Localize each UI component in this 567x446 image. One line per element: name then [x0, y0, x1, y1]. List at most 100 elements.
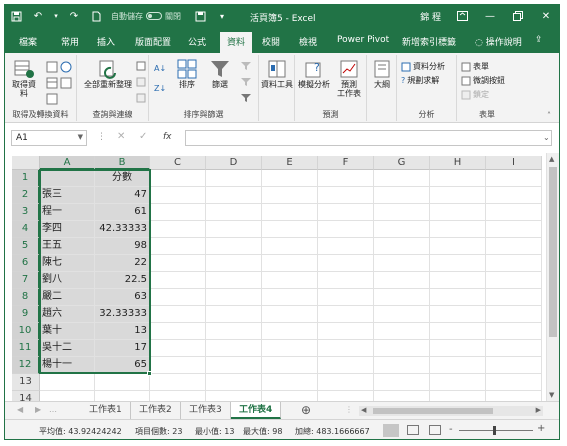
- cell-i7[interactable]: [486, 272, 542, 289]
- zoom-slider[interactable]: [459, 430, 533, 431]
- cell-g8[interactable]: [374, 289, 430, 306]
- tell-me[interactable]: ◌ 操作說明: [475, 35, 522, 48]
- cell-b6[interactable]: 22: [95, 255, 150, 272]
- cell-f10[interactable]: [318, 323, 374, 340]
- cell-c9[interactable]: [150, 306, 206, 323]
- cell-a11[interactable]: 吳十二: [40, 340, 95, 357]
- cell-c2[interactable]: [150, 187, 206, 204]
- cell-a10[interactable]: 葉十: [40, 323, 95, 340]
- row-header-3[interactable]: 3: [12, 204, 40, 221]
- cell-g12[interactable]: [374, 357, 430, 374]
- confirm-entry-button[interactable]: ✓: [139, 131, 147, 142]
- lock-button[interactable]: 鎖定: [461, 89, 489, 100]
- cell-e2[interactable]: [262, 187, 318, 204]
- from-table-button[interactable]: [45, 77, 59, 91]
- cell-b5[interactable]: 98: [95, 238, 150, 255]
- next-sheet-icon[interactable]: ▶: [35, 405, 41, 414]
- row-header-10[interactable]: 10: [12, 323, 40, 340]
- vertical-scrollbar[interactable]: ▲ ▼: [546, 153, 559, 401]
- cell-i10[interactable]: [486, 323, 542, 340]
- cell-a3[interactable]: 程一: [40, 204, 95, 221]
- cell-i4[interactable]: [486, 221, 542, 238]
- row-header-2[interactable]: 2: [12, 187, 40, 204]
- row-header-6[interactable]: 6: [12, 255, 40, 272]
- autosave-toggle[interactable]: [146, 12, 162, 20]
- scroll-down-icon[interactable]: ▼: [549, 391, 554, 399]
- cell-c4[interactable]: [150, 221, 206, 238]
- existing-connections-button[interactable]: [45, 93, 59, 107]
- cell-h12[interactable]: [430, 357, 486, 374]
- cell-g3[interactable]: [374, 204, 430, 221]
- cell-c6[interactable]: [150, 255, 206, 272]
- properties-button[interactable]: [135, 77, 147, 89]
- form-button[interactable]: 表單: [461, 61, 489, 72]
- cell-i5[interactable]: [486, 238, 542, 255]
- cell-h3[interactable]: [430, 204, 486, 221]
- cell-d11[interactable]: [206, 340, 262, 357]
- cell-i3[interactable]: [486, 204, 542, 221]
- row-header-7[interactable]: 7: [12, 272, 40, 289]
- cell-b12[interactable]: 65: [95, 357, 150, 374]
- restore-icon[interactable]: [511, 9, 525, 23]
- cell-f13[interactable]: [318, 374, 374, 391]
- column-header-b[interactable]: B: [95, 156, 150, 170]
- cell-c3[interactable]: [150, 204, 206, 221]
- row-header-13[interactable]: 13: [12, 374, 40, 391]
- cancel-entry-button[interactable]: ✕: [117, 131, 125, 142]
- cell-e9[interactable]: [262, 306, 318, 323]
- cell-c5[interactable]: [150, 238, 206, 255]
- tab-power-pivot[interactable]: Power Pivot: [337, 35, 389, 45]
- cell-a1[interactable]: [40, 170, 95, 187]
- cell-a5[interactable]: 王五: [40, 238, 95, 255]
- ribbon-display-icon[interactable]: [455, 9, 469, 23]
- row-header-12[interactable]: 12: [12, 357, 40, 374]
- cell-f7[interactable]: [318, 272, 374, 289]
- tab-view[interactable]: 檢視: [299, 35, 317, 48]
- cell-e3[interactable]: [262, 204, 318, 221]
- cell-d6[interactable]: [206, 255, 262, 272]
- reapply-button[interactable]: [239, 77, 253, 89]
- cell-d7[interactable]: [206, 272, 262, 289]
- row-header-11[interactable]: 11: [12, 340, 40, 357]
- tab-split-icon[interactable]: ⋮: [345, 405, 353, 414]
- cell-i6[interactable]: [486, 255, 542, 272]
- scroll-left-icon[interactable]: ◀: [361, 406, 366, 414]
- cell-e6[interactable]: [262, 255, 318, 272]
- cell-h7[interactable]: [430, 272, 486, 289]
- sheet-tab-2[interactable]: 工作表2: [131, 402, 181, 419]
- cell-h9[interactable]: [430, 306, 486, 323]
- column-header-h[interactable]: H: [430, 156, 486, 170]
- cell-d1[interactable]: [206, 170, 262, 187]
- cell-c12[interactable]: [150, 357, 206, 374]
- cell-c8[interactable]: [150, 289, 206, 306]
- queries-connections-button[interactable]: [135, 61, 147, 73]
- cell-d5[interactable]: [206, 238, 262, 255]
- sheet-tab-1[interactable]: 工作表1: [81, 402, 131, 419]
- from-text-button[interactable]: [45, 61, 59, 75]
- horizontal-scrollbar[interactable]: ◀ ▶: [359, 406, 543, 416]
- spin-button-control[interactable]: 微調按鈕: [461, 75, 505, 86]
- cell-i11[interactable]: [486, 340, 542, 357]
- sort-ascending-button[interactable]: A↓: [153, 61, 169, 75]
- cell-b1[interactable]: 分數: [95, 170, 150, 187]
- save-icon[interactable]: [9, 9, 23, 23]
- page-break-view-icon[interactable]: [429, 425, 441, 435]
- tab-file[interactable]: 檔案: [19, 35, 37, 48]
- column-header-e[interactable]: E: [262, 156, 318, 170]
- tab-custom[interactable]: 新增索引標籤: [402, 35, 456, 48]
- cell-i1[interactable]: [486, 170, 542, 187]
- data-analysis-button[interactable]: 資料分析: [401, 61, 445, 72]
- refresh-all-button[interactable]: 全部重新整理: [81, 59, 135, 89]
- cell-b11[interactable]: 17: [95, 340, 150, 357]
- cell-d9[interactable]: [206, 306, 262, 323]
- cell-a12[interactable]: 楊十一: [40, 357, 95, 374]
- cell-h2[interactable]: [430, 187, 486, 204]
- cell-h1[interactable]: [430, 170, 486, 187]
- cell-g7[interactable]: [374, 272, 430, 289]
- column-header-i[interactable]: I: [486, 156, 542, 170]
- scroll-thumb[interactable]: [549, 167, 557, 337]
- from-web-button[interactable]: [59, 61, 73, 75]
- cell-e10[interactable]: [262, 323, 318, 340]
- clear-filter-button[interactable]: [239, 61, 253, 73]
- tab-page-layout[interactable]: 版面配置: [135, 35, 171, 48]
